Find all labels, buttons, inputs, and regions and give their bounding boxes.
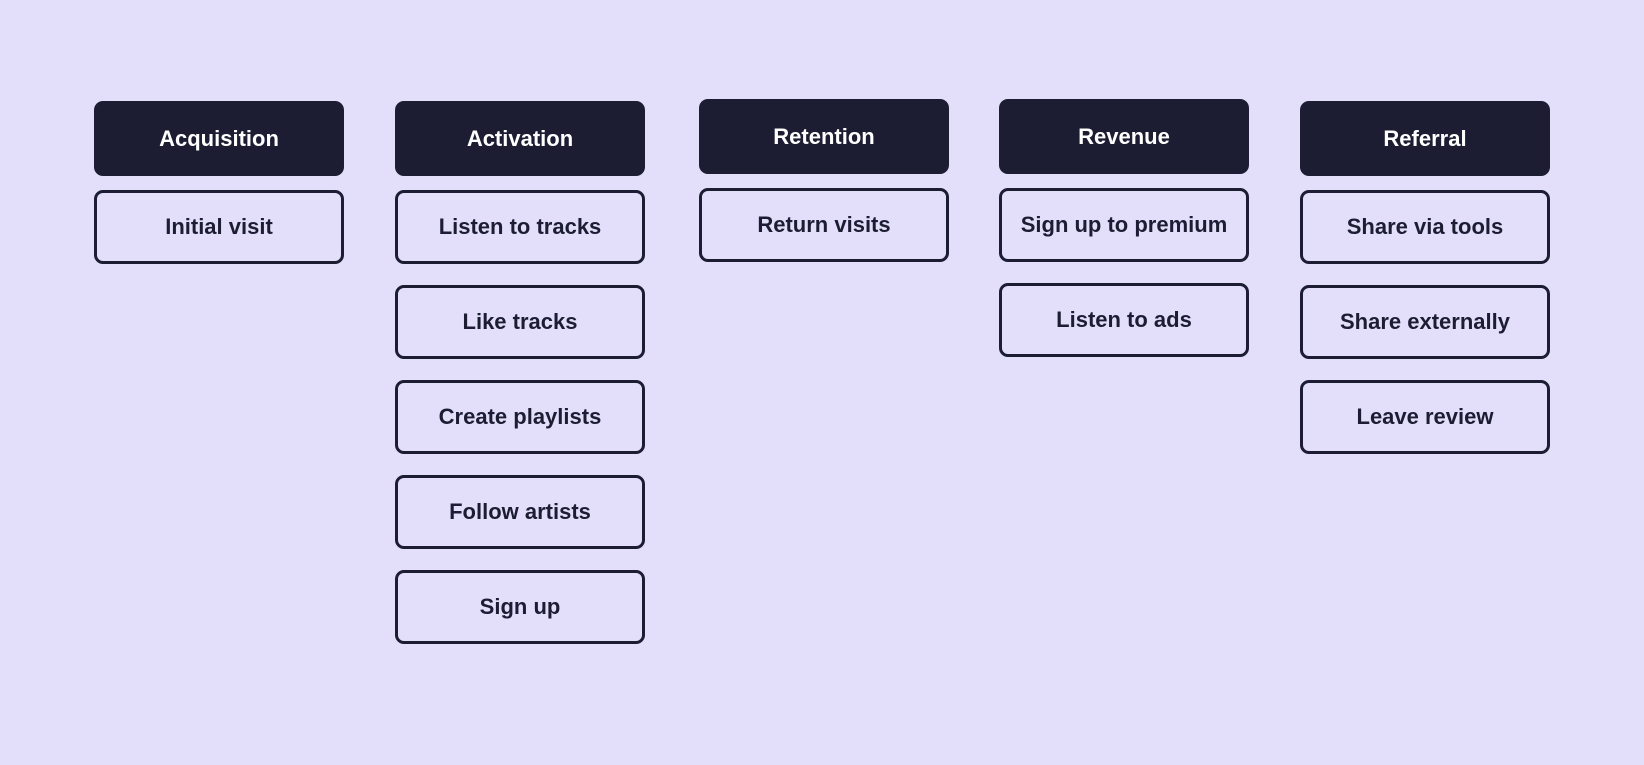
stage-column-referral: Referral Share via tools Share externall… [1300, 101, 1550, 454]
stage-item: Listen to ads [999, 283, 1249, 357]
stage-items: Initial visit [94, 190, 344, 264]
stage-header: Acquisition [94, 101, 344, 176]
stage-item: Share externally [1300, 285, 1550, 359]
stage-column-revenue: Revenue Sign up to premium Listen to ads [999, 99, 1249, 357]
stage-header: Referral [1300, 101, 1550, 176]
stage-header: Revenue [999, 99, 1249, 174]
stage-item: Like tracks [395, 285, 645, 359]
stage-item: Return visits [699, 188, 949, 262]
stage-items: Listen to tracks Like tracks Create play… [395, 190, 645, 644]
stage-column-retention: Retention Return visits [699, 99, 949, 262]
stage-item: Sign up [395, 570, 645, 644]
stage-items: Share via tools Share externally Leave r… [1300, 190, 1550, 454]
stage-header: Retention [699, 99, 949, 174]
stage-column-acquisition: Acquisition Initial visit [94, 101, 344, 264]
stage-item: Sign up to premium [999, 188, 1249, 262]
stage-item: Listen to tracks [395, 190, 645, 264]
stage-item: Initial visit [94, 190, 344, 264]
stage-column-activation: Activation Listen to tracks Like tracks … [395, 101, 645, 644]
stage-header: Activation [395, 101, 645, 176]
stage-item: Create playlists [395, 380, 645, 454]
stage-item: Share via tools [1300, 190, 1550, 264]
stage-items: Return visits [699, 188, 949, 262]
stage-item: Leave review [1300, 380, 1550, 454]
stage-item: Follow artists [395, 475, 645, 549]
stage-items: Sign up to premium Listen to ads [999, 188, 1249, 357]
